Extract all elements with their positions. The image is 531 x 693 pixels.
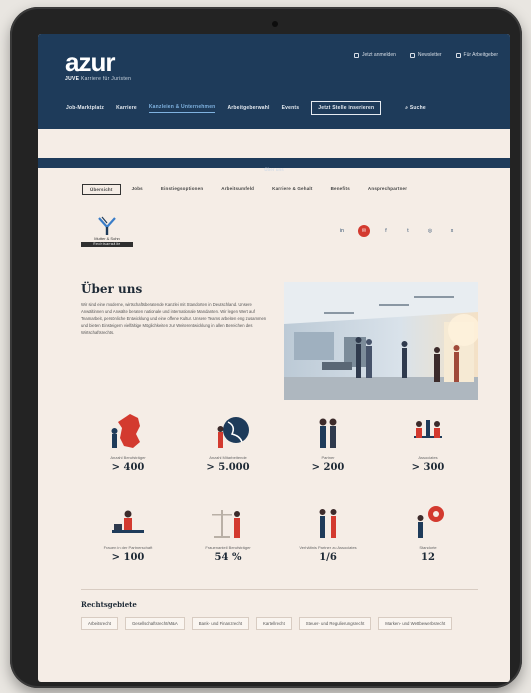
- practice-area-chip[interactable]: Gesellschaftsrecht/M&A: [124, 617, 185, 630]
- scales-icon: [178, 502, 278, 542]
- stat-label: Standorte: [419, 545, 437, 550]
- meeting-icon: [378, 412, 478, 452]
- camera: [272, 21, 278, 27]
- stat-card: Anzahl Berufsträger > 400: [78, 412, 178, 473]
- top-link-label: Newsletter: [417, 52, 442, 58]
- search-button[interactable]: ⌕ Suche: [405, 105, 426, 111]
- tab-arbeitsumfeld[interactable]: Arbeitsumfeld: [214, 184, 261, 195]
- mail-icon[interactable]: ✉: [358, 225, 370, 237]
- profile-tabs: Übersicht Jobs Einstiegsoptionen Arbeits…: [82, 184, 480, 195]
- tab-karriere[interactable]: Karriere & Gehalt: [265, 184, 319, 195]
- practice-area-chip[interactable]: Steuer- und Regulierungsrecht: [298, 617, 372, 630]
- section-bar-label: Über uns: [264, 167, 284, 172]
- stat-label: Frauen in der Partnerschaft: [103, 545, 153, 550]
- desk-icon: [78, 502, 178, 542]
- stat-value: > 100: [111, 552, 145, 563]
- germany-map-icon: [78, 412, 178, 452]
- stat-label: Frauenanteil Berufsträger: [205, 545, 251, 550]
- stat-card: Anzahl Mitarbeitende > 5.000: [178, 412, 278, 473]
- top-link-label: Jetzt anmelden: [361, 52, 396, 58]
- site-header: azur JUVE Karriere für Juristen Jetzt an…: [38, 34, 510, 129]
- instagram-icon[interactable]: ◎: [424, 225, 436, 237]
- tab-einstieg[interactable]: Einstiegsoptionen: [154, 184, 210, 195]
- tab-benefits[interactable]: Benefits: [324, 184, 357, 195]
- stat-card: Frauen in der Partnerschaft > 100: [78, 502, 178, 563]
- practice-area-chip[interactable]: Bank- und Finanzrecht: [191, 617, 250, 630]
- firm-logo-mark-icon: [98, 216, 116, 235]
- site-logo[interactable]: azur: [65, 49, 115, 75]
- practice-area-chip[interactable]: Arbeitsrecht: [81, 617, 118, 630]
- nav-item-karriere[interactable]: Karriere: [116, 105, 137, 111]
- logo-sub-brand: JUVE: [65, 76, 80, 82]
- nav-item-events[interactable]: Events: [282, 105, 300, 111]
- tab-ansprechpartner[interactable]: Ansprechpartner: [361, 184, 414, 195]
- stat-label: Partner: [321, 455, 335, 460]
- top-links: Jetzt anmelden Newsletter Für Arbeitgebe…: [353, 52, 498, 58]
- stat-card: Standorte 12: [378, 502, 478, 563]
- facebook-icon[interactable]: f: [380, 225, 392, 237]
- tab-jobs[interactable]: Jobs: [125, 184, 150, 195]
- stat-value: > 400: [111, 462, 145, 473]
- practice-area-chips: Arbeitsrecht Gesellschaftsrecht/M&A Bank…: [81, 617, 481, 630]
- social-links: in ✉ f t ◎ x: [336, 225, 458, 237]
- employer-link[interactable]: Für Arbeitgeber: [455, 52, 498, 58]
- stat-card: Associates > 300: [378, 412, 478, 473]
- practice-area-chip[interactable]: Marken- und Wettbewerbsrecht: [378, 617, 453, 630]
- office-photo: [284, 282, 478, 400]
- nav-item-jobmarkt[interactable]: Job-Marktplatz: [66, 105, 104, 111]
- stat-label: Verhältnis Partner zu Associates: [299, 545, 357, 550]
- top-link-label: Für Arbeitgeber: [463, 52, 498, 58]
- main-nav: Job-Marktplatz Karriere Kanzleien & Unte…: [66, 101, 426, 115]
- linkedin-icon[interactable]: in: [336, 225, 348, 237]
- stat-value: 1/6: [319, 552, 337, 563]
- partners-icon: [278, 412, 378, 452]
- twitter-icon[interactable]: t: [402, 225, 414, 237]
- stat-value: > 5.000: [206, 462, 250, 473]
- divider: [81, 589, 478, 590]
- practice-area-chip[interactable]: Kartellrecht: [256, 617, 292, 630]
- nav-item-arbeitgeberwahl[interactable]: Arbeitgeberwahl: [227, 105, 269, 111]
- stat-value: > 300: [411, 462, 445, 473]
- practice-areas-title: Rechtsgebiete: [81, 600, 137, 609]
- stat-card: Frauenanteil Berufsträger 54 %: [178, 502, 278, 563]
- stat-card: Verhältnis Partner zu Associates 1/6: [278, 502, 378, 563]
- stat-value: 12: [421, 552, 435, 563]
- user-icon: [353, 52, 359, 58]
- tablet-frame: azur JUVE Karriere für Juristen Jetzt an…: [10, 7, 522, 688]
- screen: azur JUVE Karriere für Juristen Jetzt an…: [38, 34, 510, 682]
- globe-person-icon: [178, 412, 278, 452]
- search-label: Suche: [409, 105, 426, 111]
- about-title: Über uns: [81, 282, 143, 296]
- section-bar: Über uns: [38, 158, 510, 172]
- logo-subline: JUVE Karriere für Juristen: [65, 76, 131, 82]
- tab-uebersicht[interactable]: Übersicht: [82, 184, 121, 195]
- stat-card: Partner > 200: [278, 412, 378, 473]
- about-text: Wir sind eine moderne, wirtschaftsberate…: [81, 302, 267, 335]
- firm-name: Mutter & Sohn: [94, 236, 120, 241]
- stat-label: Anzahl Mitarbeitende: [209, 455, 247, 460]
- mail-icon: [409, 52, 415, 58]
- location-pin-icon: [378, 502, 478, 542]
- newsletter-link[interactable]: Newsletter: [409, 52, 442, 58]
- stat-value: > 200: [311, 462, 345, 473]
- login-link[interactable]: Jetzt anmelden: [353, 52, 396, 58]
- stat-label: Anzahl Berufsträger: [110, 455, 146, 460]
- firm-logo: Mutter & Sohn Rechtsanwälte: [81, 216, 133, 248]
- firm-tag: Rechtsanwälte: [81, 242, 133, 247]
- xing-icon[interactable]: x: [446, 225, 458, 237]
- nav-item-kanzleien[interactable]: Kanzleien & Unternehmen: [148, 104, 216, 113]
- stat-label: Associates: [418, 455, 438, 460]
- office-photo-image: [284, 282, 478, 400]
- ratio-icon: [278, 502, 378, 542]
- logo-sub-text: Karriere für Juristen: [80, 76, 132, 82]
- stat-value: 54 %: [214, 552, 242, 563]
- post-job-button[interactable]: Jetzt Stelle inserieren: [311, 101, 382, 115]
- building-icon: [455, 52, 461, 58]
